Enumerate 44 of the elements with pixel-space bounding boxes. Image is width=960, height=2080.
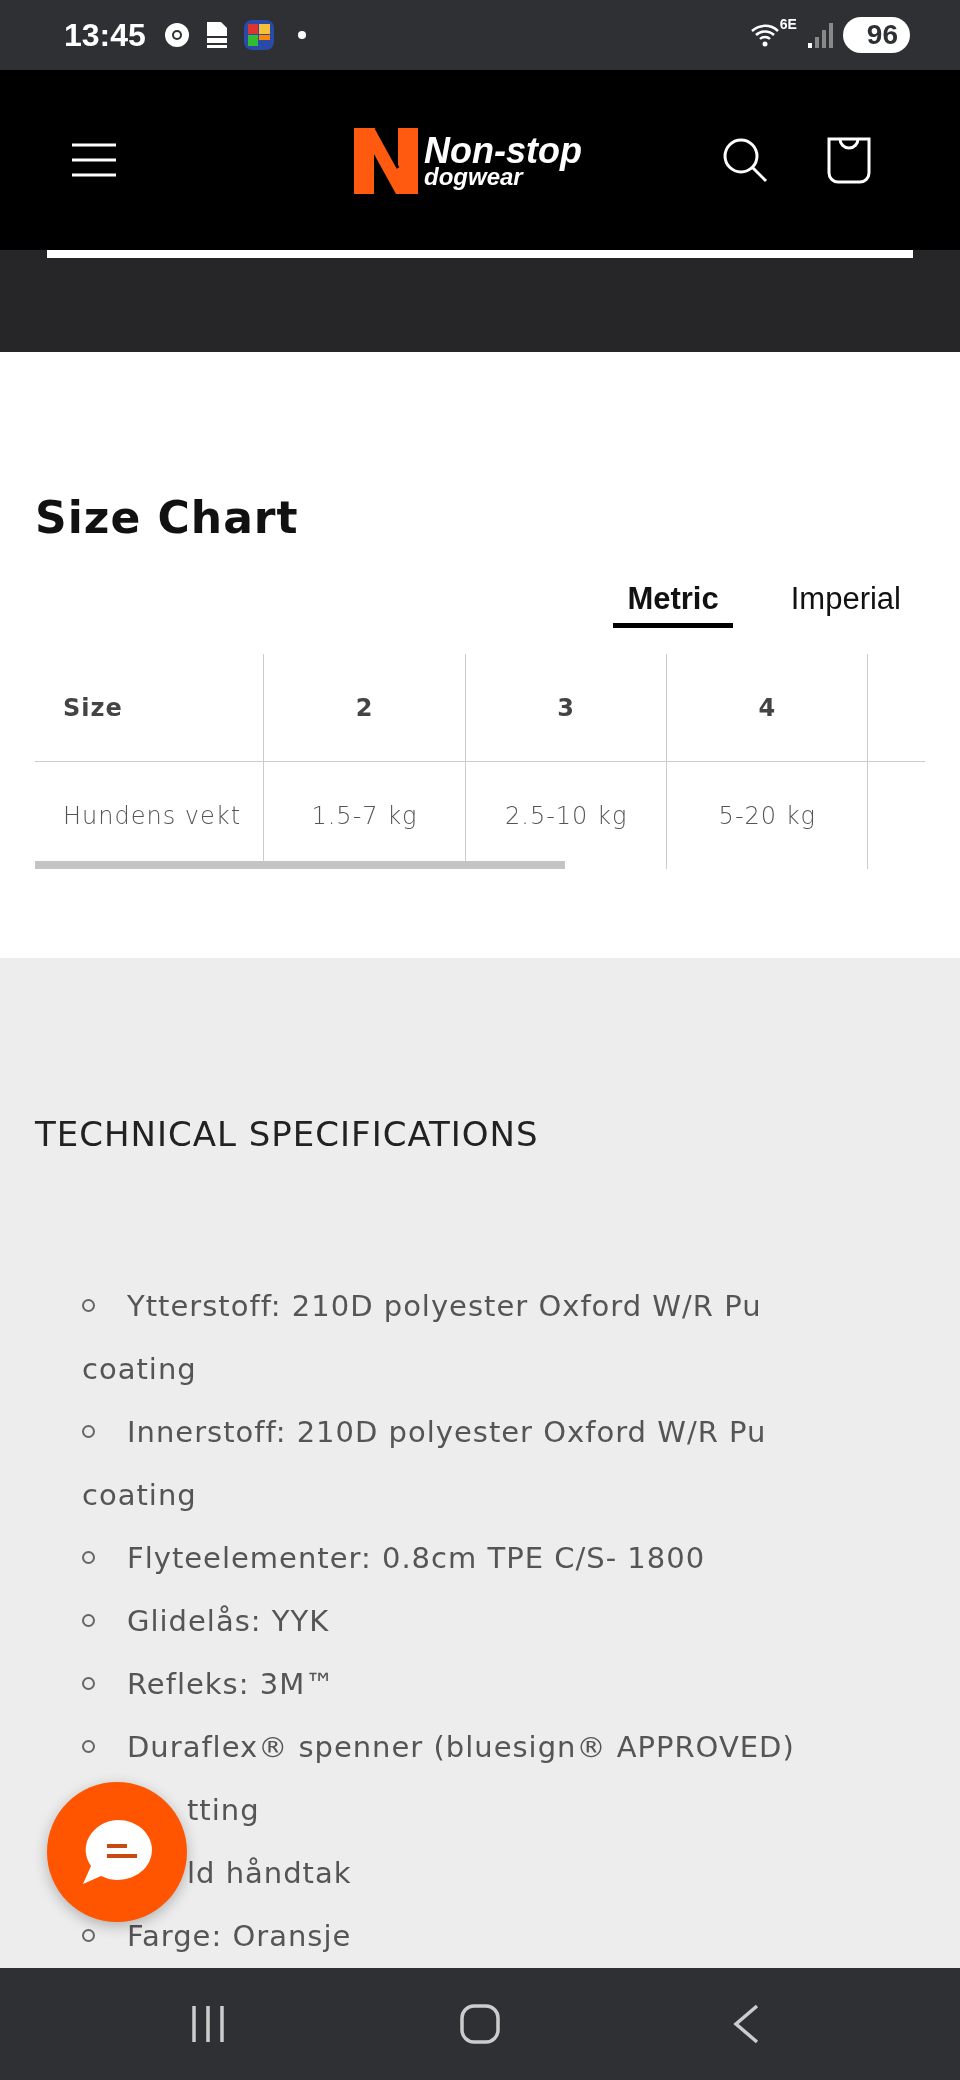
- notification-dot: [297, 31, 306, 39]
- chat-button[interactable]: [47, 1782, 187, 1922]
- table-cell: Hundens vekt: [35, 761, 264, 869]
- spec-text: Flyteelementer: 0.8cm TPE C/S- 1800: [127, 1540, 706, 1575]
- status-time: 13:45: [64, 16, 146, 54]
- spec-text: Duraflex® spenner (bluesign® APPROVED): [127, 1729, 795, 1764]
- spec-text: ld håndtak: [187, 1855, 352, 1890]
- home-icon[interactable]: [458, 2003, 501, 2045]
- spec-text: Innerstoff: 210D polyester Oxford W/R Pu: [127, 1414, 767, 1449]
- logo-text: Non-stop: [424, 133, 582, 169]
- table-cell: 5-20 kg: [666, 761, 868, 869]
- unit-tab[interactable]: Metric: [613, 581, 733, 628]
- spec-text: Refleks: 3M™: [127, 1666, 336, 1701]
- column-header: 3: [465, 654, 667, 762]
- column-header: 4: [666, 654, 868, 762]
- signal-icon: [806, 21, 833, 49]
- spec-text: Ytterstoff: 210D polyester Oxford W/R Pu: [127, 1288, 762, 1323]
- column-header: 2: [263, 654, 466, 762]
- bullet-icon: [82, 1425, 95, 1438]
- network-label: 6E: [779, 16, 797, 32]
- battery-indicator: 96: [842, 17, 910, 53]
- bullet-icon: [82, 1677, 95, 1690]
- spec-text: Glidelås: YYK: [127, 1603, 330, 1638]
- spec-text: Farge: Oransje: [127, 1918, 352, 1953]
- unit-tab[interactable]: Imperial: [776, 581, 915, 628]
- bullet-icon: [82, 1299, 95, 1312]
- bullet-icon: [82, 1740, 95, 1753]
- back-icon[interactable]: [731, 2003, 761, 2045]
- bullet-icon: [82, 1551, 95, 1564]
- bag-icon[interactable]: [826, 136, 872, 184]
- bullet-icon: [82, 1614, 95, 1627]
- game-icon: [241, 18, 276, 52]
- bullet-icon: [82, 1929, 95, 1942]
- search-icon[interactable]: [722, 137, 768, 183]
- section-title: TECHNICAL SPECIFICATIONS: [35, 1114, 540, 1154]
- scrollbar[interactable]: [35, 861, 565, 869]
- spec-text: tting: [187, 1792, 260, 1827]
- logo-mark-icon: [354, 128, 420, 194]
- wifi-icon: [749, 22, 780, 48]
- section-title: Size Chart: [35, 492, 300, 543]
- spec-text: coating: [82, 1351, 197, 1386]
- spec-text: coating: [82, 1477, 197, 1512]
- column-header: Size: [35, 654, 264, 762]
- menu-icon[interactable]: [72, 143, 116, 177]
